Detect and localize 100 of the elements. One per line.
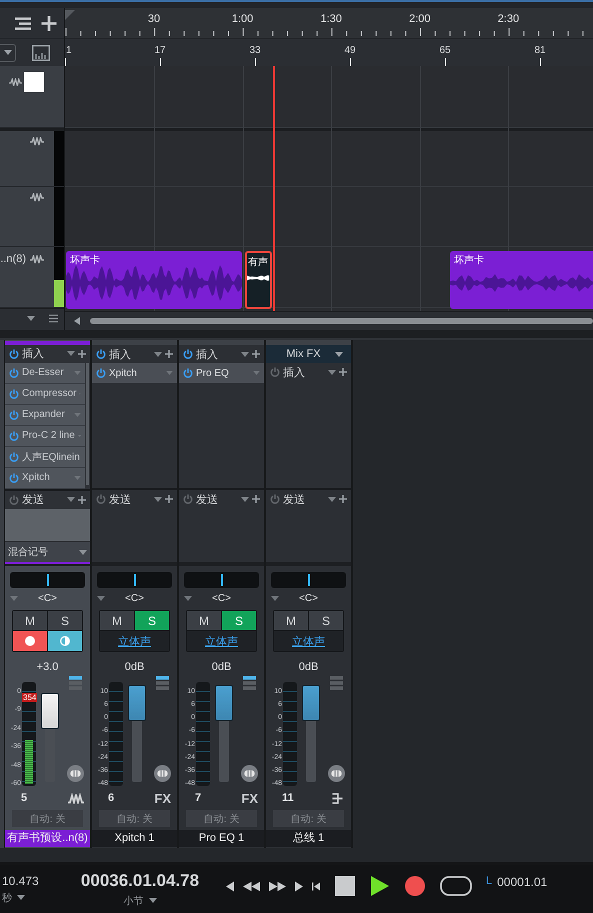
dropdown-button[interactable] <box>0 44 16 62</box>
insert-slot[interactable]: Xpitch <box>5 468 85 489</box>
meter-button-icon[interactable] <box>154 765 170 782</box>
input-indicator-icon[interactable] <box>242 676 256 690</box>
pan-slider[interactable] <box>97 572 172 588</box>
power-icon[interactable] <box>9 368 19 378</box>
pan-slider[interactable] <box>184 572 259 588</box>
solo-button[interactable]: S <box>309 611 343 630</box>
power-icon[interactable] <box>9 452 19 462</box>
add-icon[interactable] <box>252 350 260 358</box>
mute-button[interactable]: M <box>100 611 134 630</box>
power-icon[interactable] <box>9 348 19 359</box>
add-icon[interactable] <box>339 495 347 503</box>
power-icon[interactable] <box>183 349 193 359</box>
channel-name[interactable]: 有声书预设..n(8) <box>5 830 90 847</box>
insert-slot[interactable]: 人声EQlinein <box>5 446 85 468</box>
track-header[interactable]: ..n(8) <box>0 247 64 308</box>
scroll-left-icon[interactable] <box>74 317 80 325</box>
meter-button-icon[interactable] <box>240 765 258 782</box>
caret-icon[interactable] <box>241 496 249 502</box>
caret-icon[interactable] <box>328 370 336 374</box>
power-icon[interactable] <box>270 494 280 504</box>
insert-slot[interactable]: Pro-C 2 line <box>5 426 85 447</box>
meter-button-icon[interactable] <box>328 765 344 782</box>
time-unit[interactable]: 秒 <box>2 890 12 904</box>
mix-fx-dropdown[interactable]: Mix FX <box>266 345 351 363</box>
input-indicator-icon[interactable] <box>156 676 168 690</box>
time-ruler[interactable]: 30 1:00 1:30 2:00 2:30 <box>65 8 593 38</box>
input-indicator-icon[interactable] <box>330 676 342 690</box>
rewind-icon[interactable] <box>243 880 260 892</box>
power-icon[interactable] <box>9 494 19 505</box>
power-icon[interactable] <box>9 388 19 399</box>
power-icon[interactable] <box>9 410 19 420</box>
channel-name[interactable]: 总线 1 <box>266 830 351 847</box>
fader-handle[interactable] <box>215 684 233 721</box>
add-icon[interactable] <box>165 495 173 503</box>
caret-icon[interactable] <box>67 351 75 356</box>
add-icon[interactable] <box>41 16 57 30</box>
record-icon[interactable] <box>405 876 425 896</box>
stereo-mode-button[interactable]: 立体声 <box>187 631 256 651</box>
solo-button[interactable]: S <box>48 611 82 630</box>
pan-slider[interactable] <box>10 572 85 588</box>
insert-slot[interactable]: Expander <box>5 404 85 426</box>
pan-slider[interactable] <box>271 572 346 588</box>
return-to-start-icon[interactable] <box>312 880 320 892</box>
power-icon[interactable] <box>96 349 106 359</box>
power-icon[interactable] <box>183 368 193 378</box>
caret-icon[interactable] <box>97 596 105 600</box>
caret-icon[interactable] <box>184 596 192 600</box>
add-icon[interactable] <box>78 350 86 358</box>
caret-icon[interactable] <box>67 497 75 502</box>
audio-clip[interactable]: 坏声卡 <box>66 251 242 309</box>
position-unit[interactable]: 小节 <box>124 894 144 908</box>
add-icon[interactable] <box>252 495 260 503</box>
mute-button[interactable]: M <box>274 611 308 630</box>
previous-marker-icon[interactable] <box>226 880 234 892</box>
insert-slot[interactable]: De-Esser <box>5 362 85 384</box>
bar-ruler[interactable]: 1 17 33 49 65 81 <box>65 38 593 66</box>
stereo-mode-button[interactable]: 立体声 <box>100 631 169 651</box>
power-icon[interactable] <box>270 367 280 377</box>
next-marker-icon[interactable] <box>295 880 303 892</box>
scrollbar[interactable] <box>86 362 89 485</box>
note-dropdown[interactable]: 混合记号 <box>5 541 90 562</box>
fader-handle[interactable] <box>302 684 320 721</box>
caret-icon[interactable] <box>154 352 162 356</box>
insert-slot[interactable]: Pro EQ <box>179 363 264 383</box>
power-icon[interactable] <box>9 430 19 441</box>
fast-forward-icon[interactable] <box>269 880 286 892</box>
monitor-button[interactable] <box>48 631 82 651</box>
mute-button[interactable]: M <box>13 611 47 630</box>
audio-clip[interactable]: 坏声卡 <box>450 251 593 309</box>
insert-slot[interactable]: Compressor <box>5 384 85 405</box>
power-icon[interactable] <box>96 368 106 378</box>
power-icon[interactable] <box>9 472 19 483</box>
scrollbar[interactable] <box>90 318 593 324</box>
mute-button[interactable]: M <box>187 611 221 630</box>
caret-icon[interactable] <box>17 895 25 900</box>
fader-handle[interactable] <box>128 684 146 721</box>
loop-icon[interactable] <box>440 876 472 896</box>
add-icon[interactable] <box>78 496 86 504</box>
caret-icon[interactable] <box>328 496 336 502</box>
menu-icon[interactable] <box>15 16 31 30</box>
channel-name[interactable]: Pro EQ 1 <box>179 830 264 847</box>
audio-clip[interactable]: 有声 <box>245 251 272 309</box>
insert-slot[interactable]: Xpitch <box>92 363 177 383</box>
caret-icon[interactable] <box>154 496 162 502</box>
meter-icon[interactable] <box>32 44 50 60</box>
power-icon[interactable] <box>96 494 106 504</box>
list-icon[interactable] <box>49 314 58 322</box>
channel-name[interactable]: Xpitch 1 <box>92 830 177 847</box>
stereo-mode-button[interactable]: 立体声 <box>274 631 343 651</box>
color-swatch[interactable] <box>24 72 44 92</box>
add-icon[interactable] <box>165 350 173 358</box>
power-icon[interactable] <box>183 494 193 504</box>
caret-icon[interactable] <box>241 352 249 356</box>
fader-handle[interactable] <box>41 693 59 730</box>
add-icon[interactable] <box>339 368 347 376</box>
record-button[interactable] <box>13 631 47 651</box>
caret-icon[interactable] <box>27 316 35 320</box>
meter-button-icon[interactable] <box>66 765 84 782</box>
